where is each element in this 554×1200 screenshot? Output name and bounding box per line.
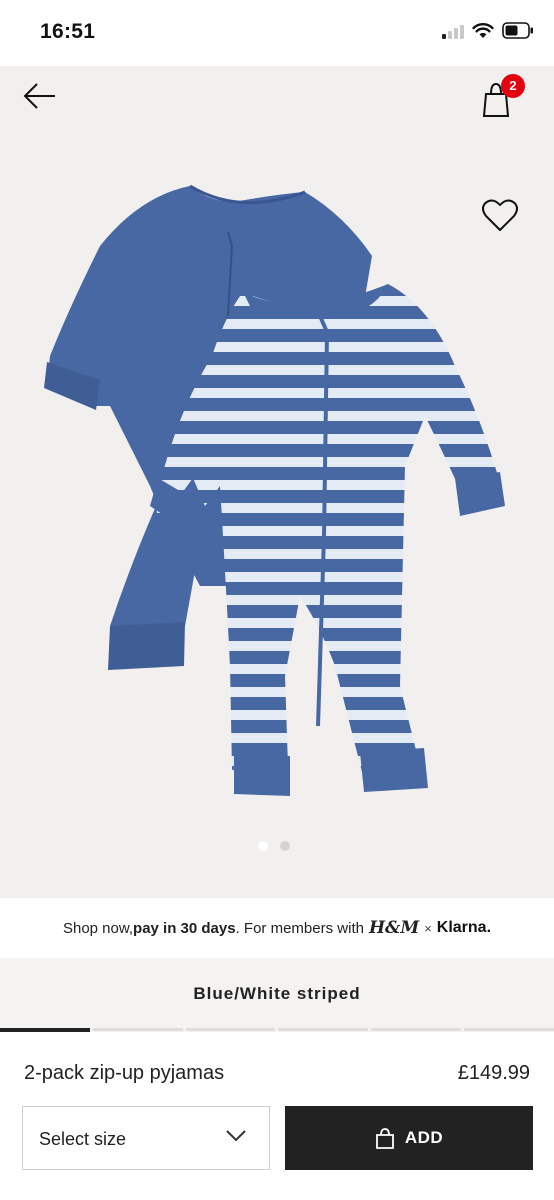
selected-color-name: Blue/White striped <box>193 984 361 1003</box>
cellular-signal-icon <box>442 23 464 39</box>
add-to-bag-button[interactable]: ADD <box>285 1106 533 1170</box>
chevron-down-icon <box>226 1130 246 1142</box>
status-time: 16:51 <box>40 20 96 43</box>
cart-count-badge: 2 <box>501 74 525 98</box>
product-image <box>44 184 505 796</box>
add-button-label: ADD <box>404 1128 444 1147</box>
color-swatch[interactable] <box>185 1028 276 1031</box>
promo-separator: × <box>424 920 432 936</box>
klarna-logo: Klarna. <box>436 919 492 936</box>
product-price: £149.99 <box>457 1062 530 1084</box>
promo-emphasis: pay in 30 days <box>133 919 236 937</box>
pagination-dot[interactable] <box>280 841 290 851</box>
pagination-dot[interactable] <box>258 841 268 851</box>
product-image-gallery[interactable]: 2 <box>0 66 554 898</box>
gallery-pagination <box>258 841 290 851</box>
size-select-dropdown[interactable]: Select size <box>22 1106 270 1170</box>
color-swatch[interactable] <box>92 1028 183 1031</box>
wifi-icon <box>472 23 494 38</box>
product-info-panel: 2-pack zip-up pyjamas £149.99 Select siz… <box>0 1032 554 1200</box>
payment-promo-banner[interactable]: Shop now, pay in 30 days . For members w… <box>0 898 554 958</box>
color-selector: Blue/White striped <box>0 958 554 1032</box>
heart-icon[interactable] <box>480 196 520 236</box>
product-name: 2-pack zip-up pyjamas <box>24 1062 225 1084</box>
shopping-bag-button[interactable]: 2 <box>478 72 528 122</box>
status-bar: 16:51 <box>0 0 554 66</box>
color-swatch[interactable] <box>464 1028 554 1031</box>
shopping-bag-icon <box>375 1128 394 1149</box>
color-swatch[interactable] <box>278 1028 369 1031</box>
promo-prefix: Shop now, <box>62 919 134 937</box>
color-swatch[interactable] <box>371 1028 462 1031</box>
battery-icon <box>502 22 533 39</box>
back-arrow-icon[interactable] <box>20 78 60 114</box>
promo-suffix: . For members with <box>235 919 364 937</box>
size-select-label: Select size <box>39 1129 127 1149</box>
hm-logo: H&M <box>368 918 420 938</box>
status-icons <box>442 22 534 39</box>
